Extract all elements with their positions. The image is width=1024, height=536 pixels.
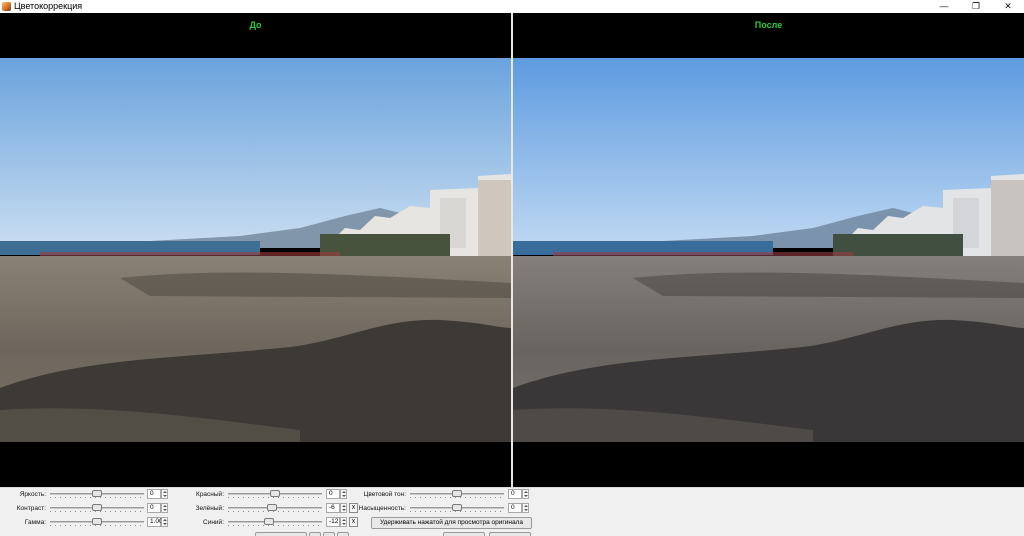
hue-value[interactable]: 0 — [508, 489, 522, 499]
green-label: Зелёный: — [195, 505, 224, 512]
after-pane: После — [513, 13, 1024, 487]
brightness-slider[interactable] — [50, 490, 144, 499]
contrast-value[interactable]: 0 — [147, 503, 161, 513]
gamma-label: Гамма: — [24, 519, 46, 526]
before-pane: До — [0, 13, 511, 487]
contrast-label: Контраст: — [16, 505, 46, 512]
bottom-button[interactable] — [337, 532, 349, 536]
bottom-button[interactable] — [443, 532, 485, 536]
saturation-label: Насыщенность: — [358, 505, 406, 512]
before-label: До — [249, 20, 262, 30]
close-icon[interactable]: ✕ — [994, 0, 1022, 13]
hold-original-button[interactable]: Удерживать нажатой для просмотра оригина… — [371, 517, 532, 529]
saturation-slider-thumb[interactable] — [452, 504, 462, 511]
brightness-label: Яркость: — [19, 491, 46, 498]
bottom-button[interactable] — [255, 532, 307, 536]
hue-slider-thumb[interactable] — [452, 490, 462, 497]
brightness-value[interactable]: 0 — [147, 489, 161, 499]
before-photo — [0, 58, 511, 442]
blue-slider[interactable] — [228, 518, 322, 527]
red-slider-thumb[interactable] — [270, 490, 280, 497]
hue-spinner[interactable] — [522, 489, 529, 499]
blue-value[interactable]: -12 — [326, 517, 340, 527]
bottom-button[interactable] — [489, 532, 531, 536]
green-slider[interactable] — [228, 504, 322, 513]
contrast-slider[interactable] — [50, 504, 144, 513]
title-bar: Цветокоррекция — ❐ ✕ — [0, 0, 1024, 13]
green-value[interactable]: -6 — [326, 503, 340, 513]
gamma-spinner[interactable] — [161, 517, 168, 527]
green-spinner[interactable] — [340, 503, 347, 513]
red-slider[interactable] — [228, 490, 322, 499]
bottom-button[interactable] — [323, 532, 335, 536]
app-icon — [2, 2, 11, 11]
red-spinner[interactable] — [340, 489, 347, 499]
window-title: Цветокоррекция — [14, 1, 83, 11]
brightness-slider-thumb[interactable] — [92, 490, 102, 497]
minimize-icon[interactable]: — — [930, 0, 958, 13]
red-value[interactable]: 0 — [326, 489, 340, 499]
hue-label: Цветовой тон: — [363, 491, 406, 498]
blue-label: Синий: — [203, 519, 224, 526]
saturation-spinner[interactable] — [522, 503, 529, 513]
contrast-slider-thumb[interactable] — [92, 504, 102, 511]
red-label: Красный: — [196, 491, 224, 498]
saturation-value[interactable]: 0 — [508, 503, 522, 513]
contrast-spinner[interactable] — [161, 503, 168, 513]
gamma-slider[interactable] — [50, 518, 144, 527]
blue-slider-thumb[interactable] — [264, 518, 275, 525]
blue-reset-button[interactable]: x — [349, 517, 358, 527]
bottom-button[interactable] — [309, 532, 321, 536]
blue-spinner[interactable] — [340, 517, 347, 527]
after-label: После — [754, 20, 783, 30]
saturation-slider[interactable] — [410, 504, 504, 513]
gamma-slider-thumb[interactable] — [92, 518, 102, 525]
hue-slider[interactable] — [410, 490, 504, 499]
maximize-icon[interactable]: ❐ — [962, 0, 990, 13]
gamma-value[interactable]: 1.00 — [147, 517, 163, 527]
brightness-spinner[interactable] — [161, 489, 168, 499]
green-slider-thumb[interactable] — [267, 504, 278, 511]
after-photo — [513, 58, 1024, 442]
